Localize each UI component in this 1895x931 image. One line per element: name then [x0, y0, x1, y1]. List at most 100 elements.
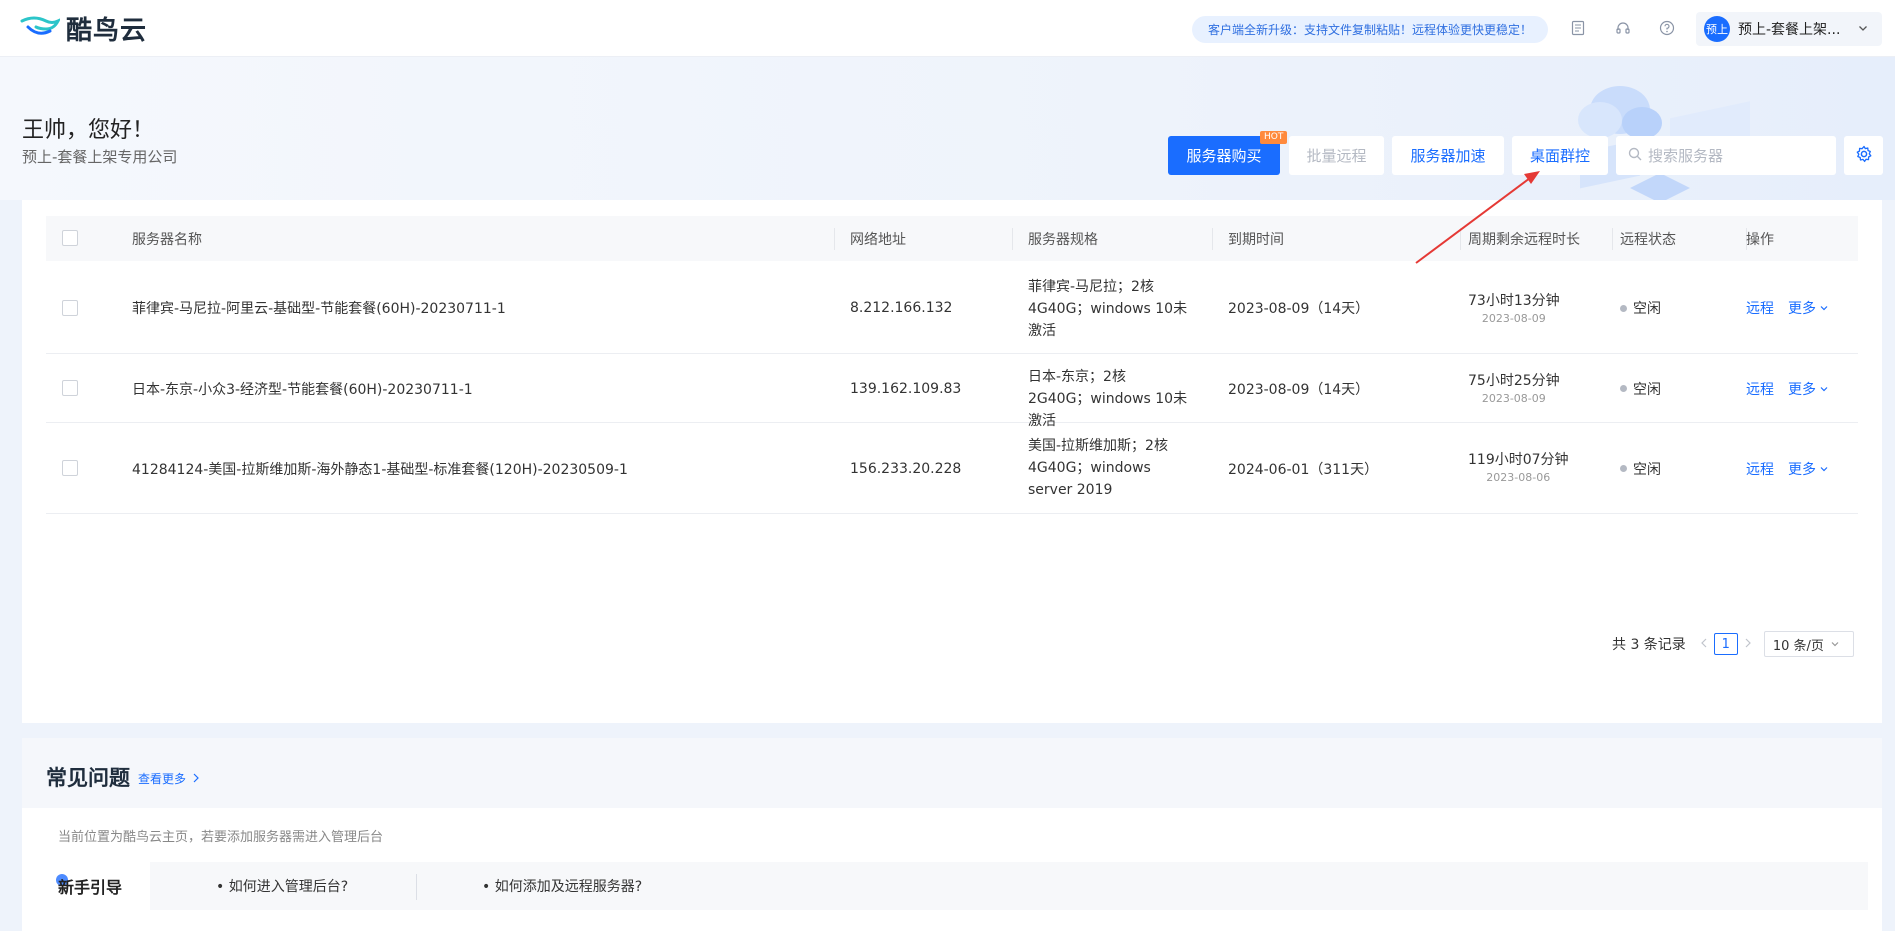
chevron-down-icon	[1858, 21, 1868, 37]
server-name: 菲律宾-马尼拉-阿里云-基础型-节能套餐(60H)-20230711-1	[132, 301, 506, 317]
more-label: 更多	[1788, 301, 1816, 317]
top-bar: 酷鸟云 客户端全新升级：支持文件复制粘贴！远程体验更快更稳定！ 预上 预上-套餐…	[0, 0, 1895, 57]
expire-time: 2023-08-09（14天）	[1228, 301, 1370, 317]
remote-status: 空闲	[1620, 423, 1661, 514]
server-spec: 美国-拉斯维加斯；2核4G40G；windows server 2019	[1028, 438, 1168, 498]
row-checkbox[interactable]	[62, 460, 78, 476]
batch-remote-button[interactable]: 批量远程	[1289, 136, 1384, 175]
table-row[interactable]: 41284124-美国-拉斯维加斯-海外静态1-基础型-标准套餐(120H)-2…	[46, 423, 1858, 514]
server-name: 日本-东京-小众3-经济型-节能套餐(60H)-20230711-1	[132, 381, 473, 398]
remote-link[interactable]: 远程	[1746, 379, 1774, 399]
gear-icon	[1855, 145, 1873, 167]
row-actions: 远程 更多	[1746, 423, 1829, 514]
remote-link[interactable]: 远程	[1746, 298, 1774, 318]
chevron-down-icon	[1820, 466, 1828, 471]
server-accelerate-button[interactable]: 服务器加速	[1392, 136, 1504, 175]
faq-section: 常见问题 查看更多 当前位置为酷鸟云主页，若要添加服务器需进入管理后台 新手引导…	[22, 738, 1882, 931]
status-text: 空闲	[1633, 381, 1661, 398]
chevron-down-icon	[1820, 306, 1828, 311]
more-dropdown[interactable]: 更多	[1788, 379, 1829, 399]
more-label: 更多	[1788, 461, 1816, 478]
row-actions: 远程 更多	[1746, 354, 1829, 423]
guide-links: • 如何进入管理后台? • 如何添加及远程服务器?	[150, 862, 1868, 910]
select-all-checkbox[interactable]	[62, 230, 78, 246]
remote-status: 空闲	[1620, 354, 1661, 423]
status-dot	[1620, 304, 1627, 312]
expire-time: 2023-08-09（14天）	[1228, 381, 1370, 398]
total-records: 共 3 条记录	[1612, 637, 1686, 653]
document-icon[interactable]	[1567, 17, 1589, 39]
column-divider	[1460, 228, 1461, 250]
search-input[interactable]	[1648, 146, 1818, 165]
row-checkbox[interactable]	[62, 300, 78, 316]
remaining-duration: 119小时07分钟	[1468, 452, 1569, 468]
column-divider	[1012, 228, 1013, 250]
beginner-guide: 新手引导 • 如何进入管理后台? • 如何添加及远程服务器?	[56, 862, 1868, 910]
status-dot	[1620, 465, 1627, 472]
page-number[interactable]: 1	[1713, 633, 1738, 655]
pagination: 共 3 条记录 1 10 条/页	[1612, 631, 1854, 657]
location-hint: 当前位置为酷鸟云主页，若要添加服务器需进入管理后台	[58, 830, 384, 845]
search-icon	[1628, 147, 1642, 165]
guide-link[interactable]: • 如何进入管理后台?	[216, 876, 348, 896]
upgrade-notice[interactable]: 客户端全新升级：支持文件复制粘贴！远程体验更快更稳定！	[1192, 16, 1548, 43]
remote-status: 空闲	[1620, 262, 1661, 354]
status-text: 空闲	[1633, 461, 1661, 478]
remaining-time: 75小时25分钟 2023-08-09	[1468, 370, 1560, 405]
server-name: 41284124-美国-拉斯维加斯-海外静态1-基础型-标准套餐(120H)-2…	[132, 461, 628, 478]
chevron-right-icon[interactable]	[1744, 636, 1752, 652]
expire-time: 2024-06-01（311天）	[1228, 461, 1379, 478]
table-header: 服务器名称 网络地址 服务器规格 到期时间 周期剩余远程时长 远程状态 操作	[46, 216, 1858, 261]
page-size-select[interactable]: 10 条/页	[1763, 631, 1854, 657]
faq-title: 常见问题	[46, 766, 130, 790]
server-ip: 156.233.20.228	[850, 460, 962, 477]
remaining-duration: 75小时25分钟	[1468, 373, 1560, 389]
faq-body: 当前位置为酷鸟云主页，若要添加服务器需进入管理后台 新手引导 • 如何进入管理后…	[22, 808, 1882, 931]
column-header: 网络地址	[850, 231, 906, 248]
user-menu[interactable]: 预上 预上-套餐上架...	[1696, 12, 1882, 46]
greeting-text: 王帅，您好！	[22, 118, 155, 143]
column-header: 操作	[1746, 231, 1774, 248]
server-ip: 139.162.109.83	[850, 380, 962, 397]
headset-icon[interactable]	[1612, 17, 1634, 39]
chevron-left-icon[interactable]	[1700, 636, 1708, 652]
remaining-date: 2023-08-09	[1481, 312, 1546, 325]
brand-logo[interactable]: 酷鸟云	[20, 12, 148, 46]
remaining-date: 2023-08-06	[1486, 471, 1551, 484]
table-row[interactable]: 菲律宾-马尼拉-阿里云-基础型-节能套餐(60H)-20230711-1 8.2…	[46, 262, 1858, 354]
remaining-time: 73小时13分钟 2023-08-09	[1468, 290, 1560, 325]
server-ip: 8.212.166.132	[850, 300, 953, 316]
row-actions: 远程 更多	[1746, 262, 1829, 354]
avatar: 预上	[1704, 16, 1730, 42]
remaining-date: 2023-08-09	[1481, 392, 1546, 405]
status-dot	[1620, 385, 1627, 392]
bird-logo-icon	[20, 16, 60, 35]
chevron-right-icon	[193, 773, 199, 783]
more-dropdown[interactable]: 更多	[1788, 298, 1829, 318]
settings-button[interactable]	[1844, 136, 1883, 175]
table-row[interactable]: 日本-东京-小众3-经济型-节能套餐(60H)-20230711-1 139.1…	[46, 354, 1858, 429]
guide-divider	[416, 874, 417, 900]
remaining-duration: 73小时13分钟	[1468, 293, 1560, 309]
faq-more-link[interactable]: 查看更多	[138, 770, 200, 787]
row-checkbox[interactable]	[62, 380, 78, 396]
more-dropdown[interactable]: 更多	[1788, 459, 1829, 479]
server-spec: 菲律宾-马尼拉；2核4G40G；windows 10未激活	[1028, 279, 1188, 339]
page-size-label: 10 条/页	[1772, 638, 1824, 654]
more-label: 更多	[1788, 381, 1816, 398]
brand-name: 酷鸟云	[66, 15, 148, 46]
column-header: 服务器规格	[1028, 231, 1098, 248]
faq-more-label: 查看更多	[138, 772, 187, 786]
guide-label: 新手引导	[58, 878, 123, 897]
help-icon[interactable]	[1656, 17, 1678, 39]
remaining-time: 119小时07分钟 2023-08-06	[1468, 449, 1569, 484]
guide-link[interactable]: • 如何添加及远程服务器?	[482, 876, 642, 896]
column-header: 到期时间	[1228, 231, 1284, 248]
server-search[interactable]	[1616, 136, 1836, 175]
desktop-group-control-button[interactable]: 桌面群控	[1512, 136, 1608, 175]
column-header: 远程状态	[1620, 231, 1676, 248]
server-list-card: 服务器名称 网络地址 服务器规格 到期时间 周期剩余远程时长 远程状态 操作 菲…	[22, 200, 1882, 723]
remote-link[interactable]: 远程	[1746, 459, 1774, 479]
user-name: 预上-套餐上架...	[1738, 22, 1841, 38]
company-name: 预上-套餐上架专用公司	[22, 148, 178, 166]
